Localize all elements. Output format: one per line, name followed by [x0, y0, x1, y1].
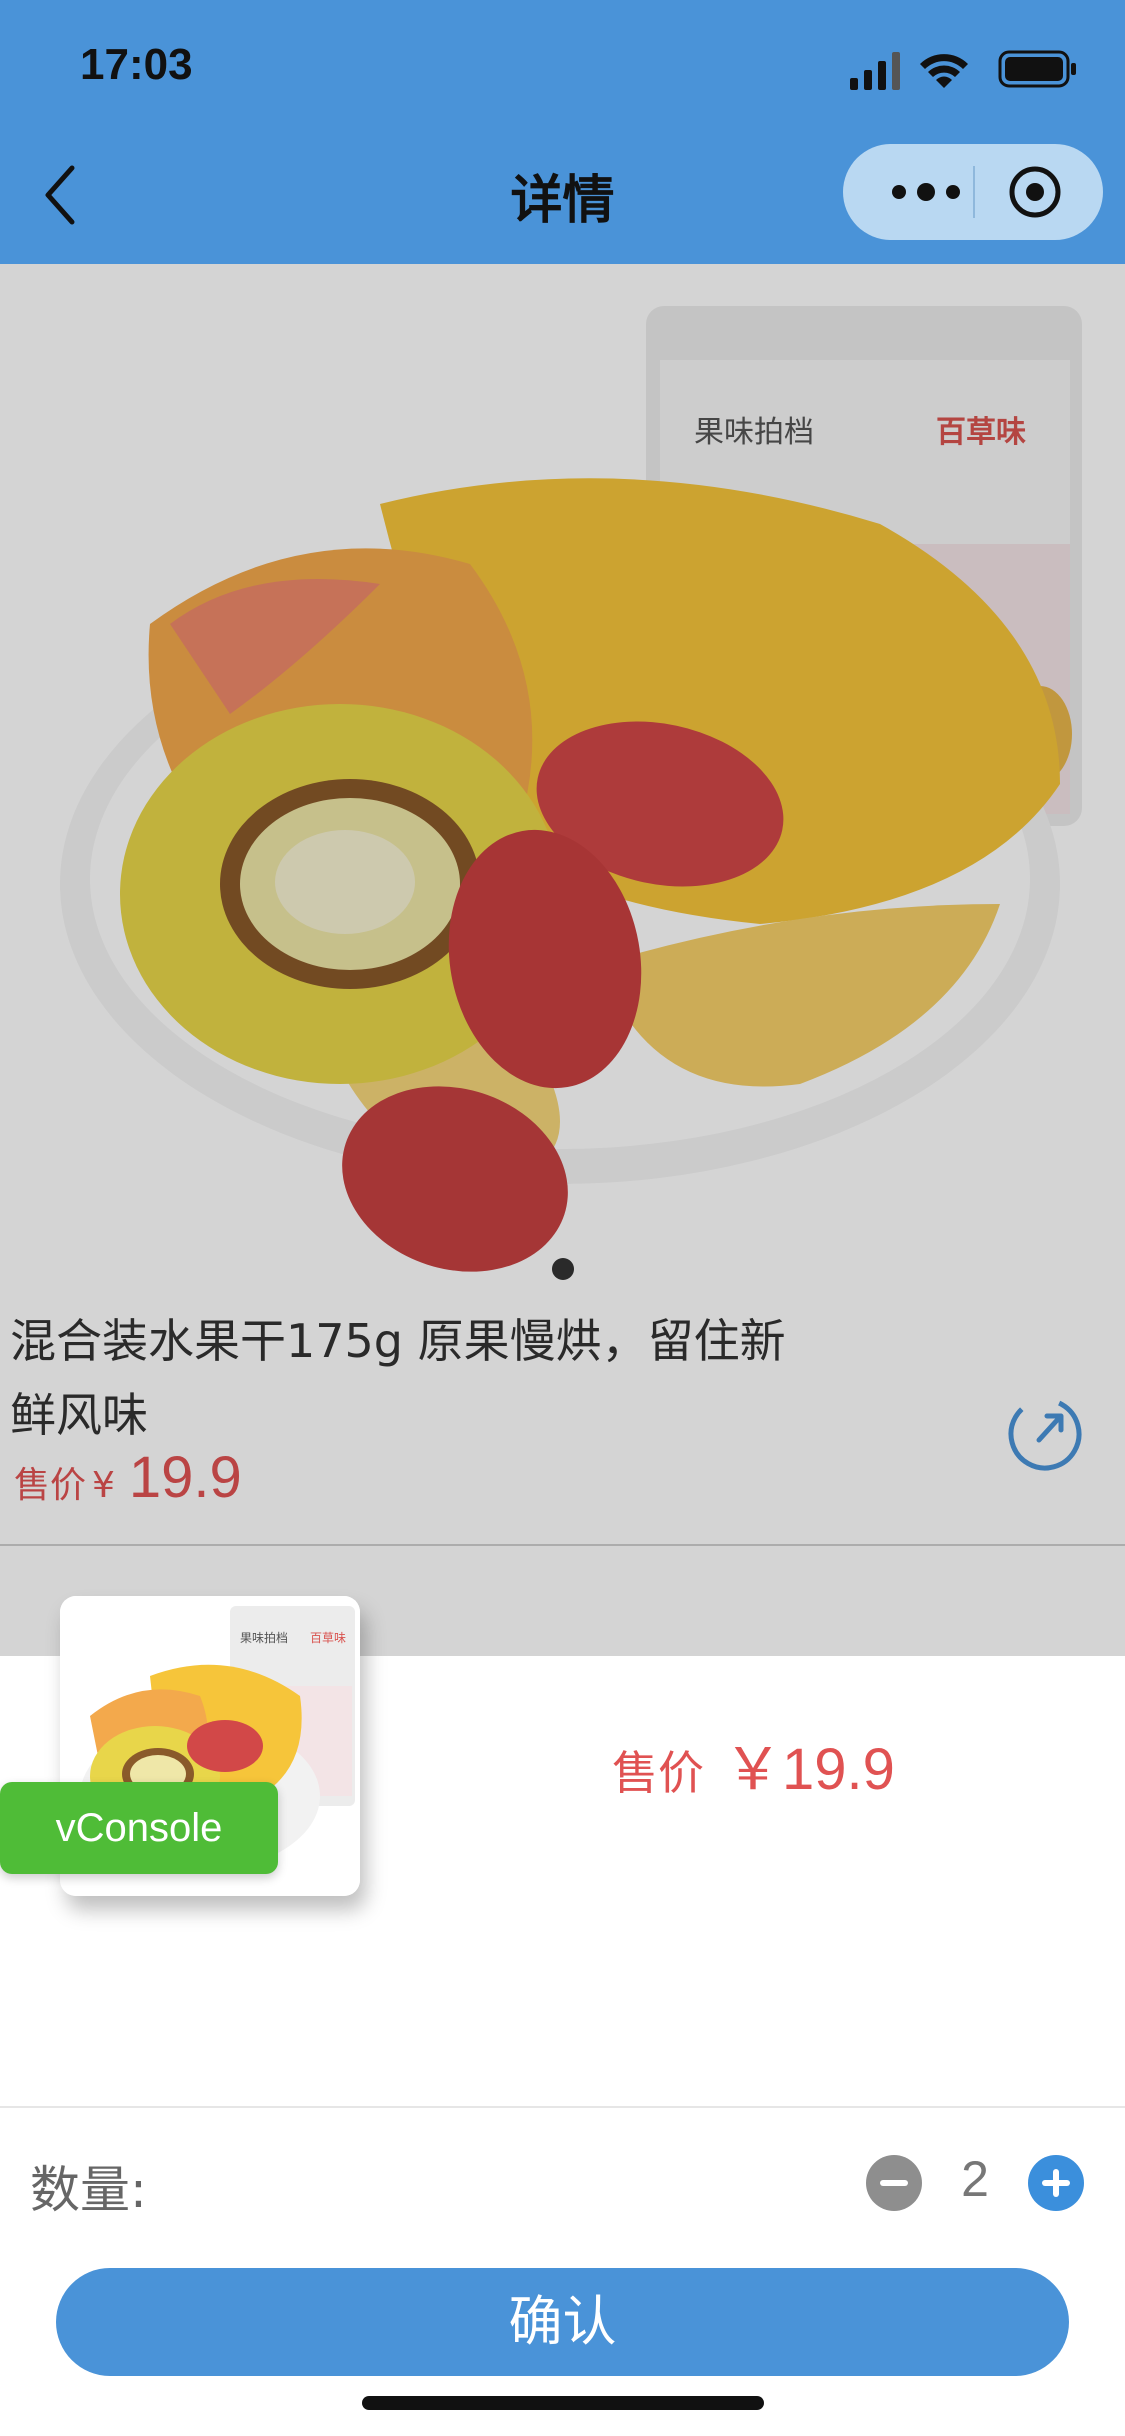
increase-quantity-icon[interactable]	[1028, 2155, 1084, 2211]
more-icon[interactable]	[881, 170, 971, 214]
navigation-bar: 17:03 详情	[0, 0, 1125, 264]
signal-icon	[850, 52, 900, 90]
wifi-icon	[920, 54, 968, 88]
sheet-price: 售价 ￥19.9	[612, 1722, 895, 1806]
capsule-divider	[973, 166, 975, 218]
quantity-label: 数量:	[30, 2161, 147, 2219]
sheet-price-value: ￥19.9	[724, 1737, 895, 1802]
sheet-divider	[0, 2106, 1125, 2108]
status-icons	[850, 50, 1076, 90]
decrease-quantity-icon[interactable]	[866, 2155, 922, 2211]
home-indicator	[362, 2396, 764, 2410]
thumb-logo-text: 百草味	[310, 1631, 346, 1645]
mini-program-capsule	[843, 144, 1103, 240]
battery-icon	[998, 50, 1076, 88]
modal-backdrop[interactable]	[0, 264, 1125, 1656]
confirm-button[interactable]: 确认	[56, 2268, 1069, 2376]
quantity-value[interactable]: 2	[940, 2150, 1010, 2208]
thumb-brand-text: 果味拍档	[240, 1630, 288, 1645]
status-time: 17:03	[80, 40, 193, 89]
sheet-price-label: 售价	[612, 1746, 704, 1800]
close-mini-program-icon[interactable]	[1007, 164, 1063, 220]
vconsole-button[interactable]: vConsole	[0, 1782, 278, 1874]
